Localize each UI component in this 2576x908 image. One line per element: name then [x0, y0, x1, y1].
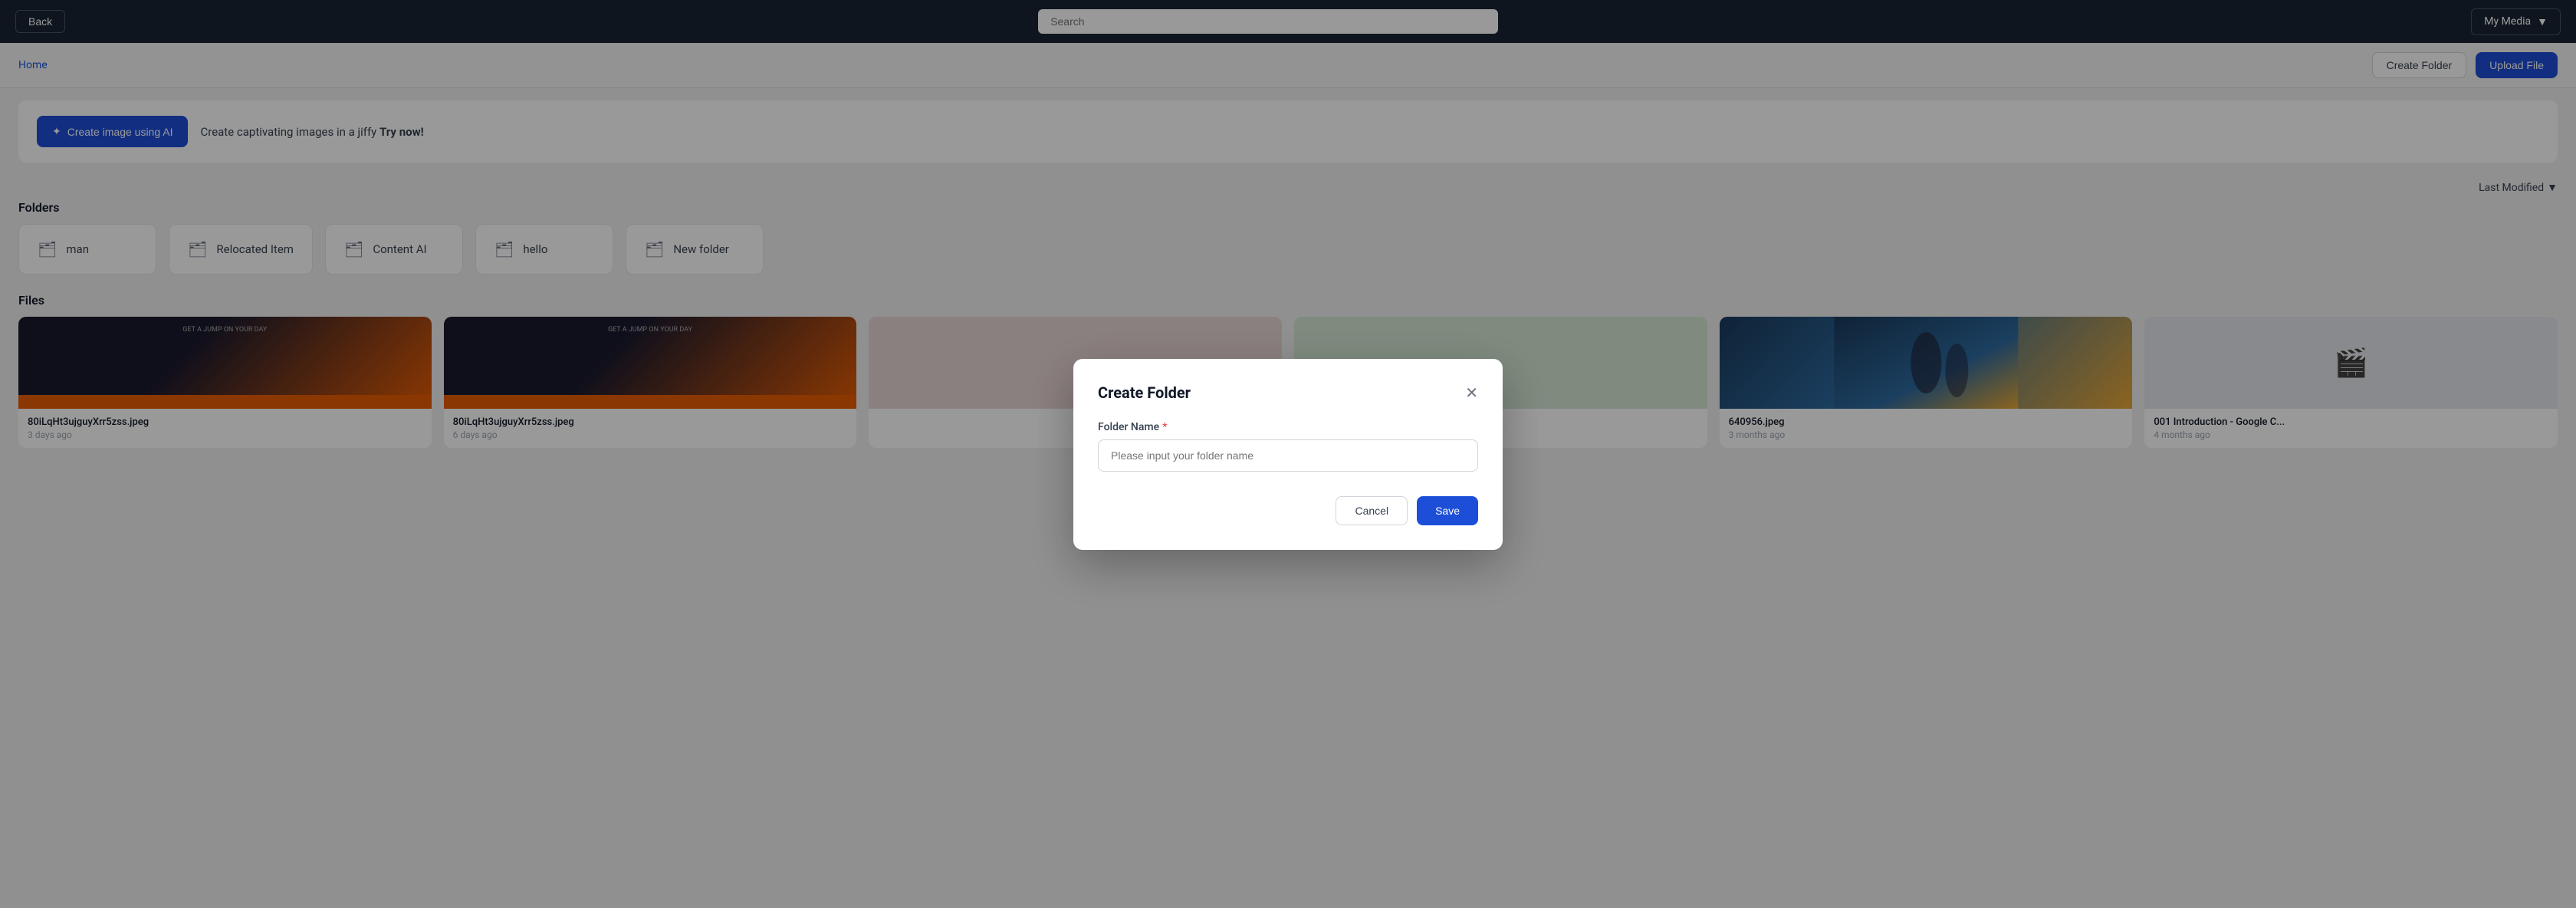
folder-name-input[interactable]	[1098, 439, 1478, 472]
save-button[interactable]: Save	[1417, 496, 1478, 525]
modal-close-button[interactable]: ✕	[1465, 383, 1478, 403]
modal-header: Create Folder ✕	[1098, 383, 1478, 403]
required-indicator: *	[1162, 421, 1167, 433]
modal-overlay: Create Folder ✕ Folder Name * Cancel Sav…	[0, 0, 2576, 908]
folder-name-label: Folder Name *	[1098, 421, 1478, 433]
create-folder-modal: Create Folder ✕ Folder Name * Cancel Sav…	[1073, 359, 1503, 550]
cancel-button[interactable]: Cancel	[1336, 496, 1408, 525]
modal-title: Create Folder	[1098, 383, 1191, 402]
modal-actions: Cancel Save	[1098, 496, 1478, 525]
